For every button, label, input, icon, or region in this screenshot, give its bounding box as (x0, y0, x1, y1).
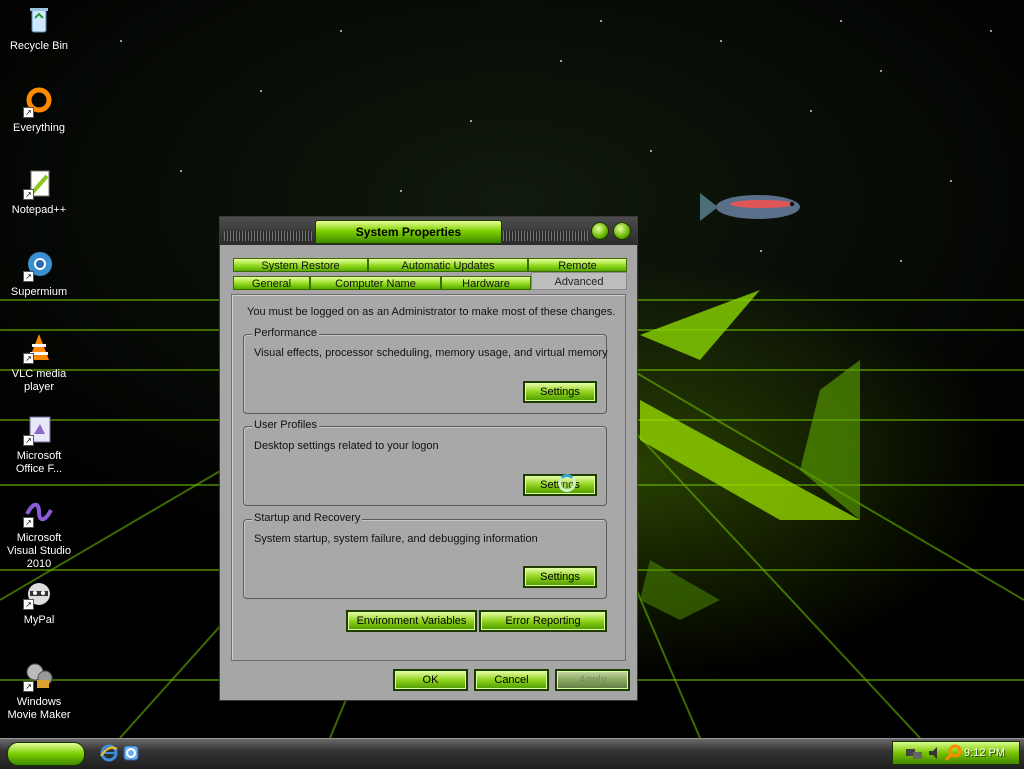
tab-general[interactable]: General (233, 276, 310, 290)
office-file-icon: ↗ (23, 414, 55, 446)
everything-search-icon: ↗ (23, 86, 55, 118)
desktop-icon-label: Notepad++ (11, 204, 67, 216)
close-button[interactable] (613, 222, 631, 240)
tab-hardware[interactable]: Hardware (441, 276, 531, 290)
desktop-icon-label: MyPal (23, 614, 55, 626)
tray-network-icon[interactable] (905, 745, 923, 763)
desktop-icon-label: VLC media player (11, 368, 67, 393)
mypal-raccoon-icon: ↗ (23, 578, 55, 610)
error-reporting-button[interactable]: Error Reporting (479, 610, 607, 632)
user-profiles-group: User Profiles Desktop settings related t… (243, 419, 607, 506)
outlook-express-icon[interactable] (122, 744, 140, 762)
start-button[interactable] (7, 742, 85, 766)
tab-advanced[interactable]: Advanced (531, 272, 627, 290)
desktop-icon-visual-studio[interactable]: ↗ Microsoft Visual Studio 2010 (0, 496, 78, 571)
recycle-bin-icon (23, 4, 55, 36)
desktop-icon-recycle-bin[interactable]: Recycle Bin (0, 4, 78, 53)
title-bar[interactable]: System Properties (220, 217, 637, 245)
desktop-icon-movie-maker[interactable]: ↗ Windows Movie Maker (0, 660, 78, 722)
taskbar: 9:12 PM (0, 738, 1024, 769)
busy-cursor-icon (558, 474, 576, 492)
minimize-button[interactable] (591, 222, 609, 240)
environment-variables-button[interactable]: Environment Variables (346, 610, 477, 632)
system-properties-window[interactable]: System Properties System Restore Automat… (219, 216, 638, 701)
tab-computer-name[interactable]: Computer Name (310, 276, 441, 290)
tray-search-icon[interactable] (944, 744, 963, 762)
startup-recovery-settings-button[interactable]: Settings (523, 566, 597, 588)
performance-description: Visual effects, processor scheduling, me… (254, 347, 608, 359)
startup-recovery-group-title: Startup and Recovery (252, 512, 363, 524)
user-profiles-description: Desktop settings related to your logon (254, 440, 439, 452)
desktop-icon-label: Microsoft Visual Studio 2010 (6, 532, 71, 570)
performance-group: Performance Visual effects, processor sc… (243, 327, 608, 414)
user-profiles-group-title: User Profiles (252, 419, 319, 431)
movie-maker-icon: ↗ (23, 660, 55, 692)
desktop-icon-everything[interactable]: ↗ Everything (0, 86, 78, 135)
admin-note: You must be logged on as an Administrato… (247, 306, 616, 318)
ok-button[interactable]: OK (393, 669, 468, 691)
supermium-browser-icon: ↗ (23, 250, 55, 282)
performance-group-title: Performance (252, 327, 319, 339)
desktop-icon-label: Everything (13, 122, 65, 134)
fish-graphic (700, 193, 800, 221)
system-tray: 9:12 PM (892, 741, 1020, 765)
title-bar-grip (503, 231, 589, 241)
tray-speaker-icon[interactable] (927, 745, 945, 763)
taskbar-clock[interactable]: 9:12 PM (964, 747, 1005, 759)
window-client-area: System Restore Automatic Updates Remote … (220, 245, 637, 700)
desktop-icon-vlc[interactable]: ↗ VLC media player (0, 332, 78, 394)
startup-recovery-group: Startup and Recovery System startup, sys… (243, 512, 607, 599)
notepad-plus-plus-icon: ↗ (23, 168, 55, 200)
desktop-icon-supermium[interactable]: ↗ Supermium (0, 250, 78, 299)
desktop-icon-label: Windows Movie Maker (7, 696, 71, 721)
desktop-icon-notepad-plus-plus[interactable]: ↗ Notepad++ (0, 168, 78, 217)
internet-explorer-icon[interactable] (100, 744, 118, 762)
tab-remote[interactable]: Remote (528, 258, 627, 272)
performance-settings-button[interactable]: Settings (523, 381, 597, 403)
startup-recovery-description: System startup, system failure, and debu… (254, 533, 538, 545)
desktop-icon-label: Supermium (10, 286, 68, 298)
desktop-icon-label: Recycle Bin (9, 40, 69, 52)
tab-system-restore[interactable]: System Restore (233, 258, 368, 272)
cancel-button[interactable]: Cancel (474, 669, 549, 691)
desktop-icon-label: Microsoft Office F... (15, 450, 63, 475)
window-title: System Properties (315, 220, 502, 244)
vlc-cone-icon: ↗ (23, 332, 55, 364)
tab-automatic-updates[interactable]: Automatic Updates (368, 258, 528, 272)
visual-studio-icon: ↗ (23, 496, 55, 528)
desktop-icon-office-file[interactable]: ↗ Microsoft Office F... (0, 414, 78, 476)
title-bar-grip (224, 231, 312, 241)
apply-button: Apply (555, 669, 630, 691)
desktop-icon-mypal[interactable]: ↗ MyPal (0, 578, 78, 627)
